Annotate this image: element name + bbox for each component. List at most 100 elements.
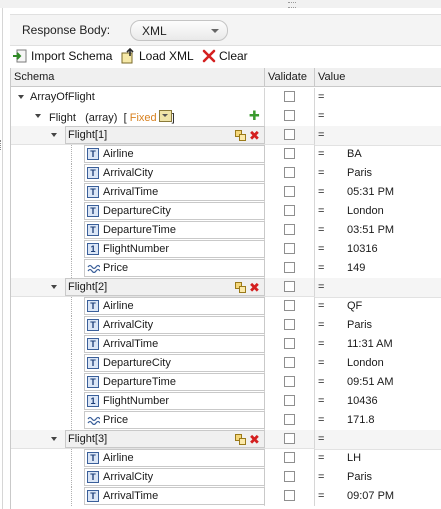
value-cell[interactable]: = BA — [315, 145, 441, 164]
value-cell[interactable]: = — [315, 126, 441, 146]
field-value[interactable]: Paris — [347, 319, 372, 331]
validate-checkbox[interactable] — [284, 110, 295, 121]
validate-checkbox[interactable] — [284, 490, 295, 501]
tree-row-field[interactable]: Price = 171.8 — [11, 411, 441, 430]
validate-checkbox[interactable] — [284, 186, 295, 197]
tree-row-item[interactable]: Flight[2] ✖ = — [11, 278, 441, 298]
value-cell[interactable]: = Paris — [315, 164, 441, 183]
expand-collapse-icon[interactable] — [18, 95, 24, 99]
value-cell[interactable]: = 09:51 AM — [315, 373, 441, 392]
validate-checkbox[interactable] — [284, 281, 295, 292]
tree-row-field[interactable]: T DepartureCity = London — [11, 202, 441, 221]
validate-checkbox[interactable] — [284, 148, 295, 159]
value-cell[interactable]: = London — [315, 354, 441, 373]
validate-checkbox[interactable] — [284, 129, 295, 140]
value-cell[interactable]: = 11:31 AM — [315, 335, 441, 354]
field-value[interactable]: 09:07 PM — [347, 490, 394, 502]
delete-icon[interactable]: ✖ — [249, 281, 260, 294]
field-value[interactable]: 10316 — [347, 243, 378, 255]
validate-checkbox[interactable] — [284, 414, 295, 425]
validate-checkbox[interactable] — [284, 338, 295, 349]
tree-row-field[interactable]: T ArrivalCity = Paris — [11, 316, 441, 335]
tree-row-root[interactable]: ArrayOfFlight = — [11, 88, 441, 107]
top-resize-grip[interactable] — [0, 0, 441, 8]
import-schema-button[interactable]: Import Schema — [12, 47, 112, 65]
load-xml-button[interactable]: Load XML — [120, 47, 194, 65]
validate-checkbox[interactable] — [284, 319, 295, 330]
delete-icon[interactable]: ✖ — [249, 129, 260, 142]
field-value[interactable]: 05:31 PM — [347, 186, 394, 198]
tree-row-flight-array[interactable]: Flight (array) [ Fixed] ✚ = — [11, 107, 441, 126]
expand-collapse-icon[interactable] — [51, 285, 57, 289]
field-value[interactable]: Paris — [347, 167, 372, 179]
field-value[interactable]: London — [347, 205, 384, 217]
tree-row-field[interactable]: 1 FlightNumber = 10436 — [11, 392, 441, 411]
expand-collapse-icon[interactable] — [51, 437, 57, 441]
tree-row-field[interactable]: T Airline = BA — [11, 145, 441, 164]
validate-checkbox[interactable] — [284, 205, 295, 216]
value-cell[interactable]: = — [315, 278, 441, 298]
fixed-dropdown-button[interactable] — [158, 110, 172, 122]
field-value[interactable]: 149 — [347, 262, 365, 274]
value-cell[interactable]: = 10436 — [315, 392, 441, 411]
tree-row-field[interactable]: T DepartureTime = 03:51 PM — [11, 221, 441, 240]
tree-row-field[interactable]: T ArrivalCity = Paris — [11, 164, 441, 183]
delete-icon[interactable]: ✖ — [249, 433, 260, 446]
validate-checkbox[interactable] — [284, 91, 295, 102]
validate-checkbox[interactable] — [284, 376, 295, 387]
validate-checkbox[interactable] — [284, 300, 295, 311]
field-value[interactable]: 171.8 — [347, 414, 375, 426]
tree-row-field[interactable]: 1 FlightNumber = 10316 — [11, 240, 441, 259]
validate-checkbox[interactable] — [284, 243, 295, 254]
validate-checkbox[interactable] — [284, 224, 295, 235]
value-cell[interactable]: = — [315, 107, 441, 126]
tree-row-field[interactable]: T DepartureTime = 09:51 AM — [11, 373, 441, 392]
field-value[interactable]: 09:51 AM — [347, 376, 393, 388]
copy-icon[interactable] — [235, 434, 246, 445]
validate-checkbox[interactable] — [284, 395, 295, 406]
column-header-validate[interactable]: Validate — [265, 68, 315, 87]
tree-row-field[interactable]: T Airline = QF — [11, 297, 441, 316]
tree-row-field[interactable]: T DepartureCity = London — [11, 354, 441, 373]
field-value[interactable]: Paris — [347, 471, 372, 483]
validate-checkbox[interactable] — [284, 452, 295, 463]
column-header-schema[interactable]: Schema — [11, 68, 265, 87]
value-cell[interactable]: = London — [315, 202, 441, 221]
value-cell[interactable]: = — [315, 430, 441, 450]
value-cell[interactable]: = — [315, 88, 441, 107]
field-value[interactable]: London — [347, 357, 384, 369]
tree-row-field[interactable]: T ArrivalTime = 11:31 AM — [11, 335, 441, 354]
value-cell[interactable]: = 10316 — [315, 240, 441, 259]
validate-checkbox[interactable] — [284, 357, 295, 368]
field-value[interactable]: 11:31 AM — [347, 338, 393, 350]
copy-icon[interactable] — [235, 130, 246, 141]
field-value[interactable]: LH — [347, 452, 361, 464]
side-resize-grip[interactable] — [0, 140, 4, 150]
field-value[interactable]: QF — [347, 300, 362, 312]
validate-checkbox[interactable] — [284, 262, 295, 273]
tree-row-field[interactable]: T ArrivalCity = Paris — [11, 468, 441, 487]
response-format-select[interactable]: XML — [130, 20, 228, 41]
value-cell[interactable]: = 03:51 PM — [315, 221, 441, 240]
value-cell[interactable]: = Paris — [315, 468, 441, 487]
clear-button[interactable]: Clear — [202, 47, 248, 65]
tree-row-item[interactable]: Flight[3] ✖ = — [11, 430, 441, 450]
validate-checkbox[interactable] — [284, 167, 295, 178]
expand-collapse-icon[interactable] — [51, 133, 57, 137]
tree-row-field[interactable]: T ArrivalTime = 09:07 PM — [11, 487, 441, 506]
expand-collapse-icon[interactable] — [35, 114, 41, 118]
tree-row-field[interactable]: T ArrivalTime = 05:31 PM — [11, 183, 441, 202]
tree-row-field[interactable]: Price = 149 — [11, 259, 441, 278]
tree-row-field[interactable]: T Airline = LH — [11, 449, 441, 468]
value-cell[interactable]: = Paris — [315, 316, 441, 335]
value-cell[interactable]: = 09:07 PM — [315, 487, 441, 506]
validate-checkbox[interactable] — [284, 433, 295, 444]
field-value[interactable]: BA — [347, 148, 362, 160]
column-header-value[interactable]: Value — [315, 68, 441, 87]
value-cell[interactable]: = 149 — [315, 259, 441, 278]
value-cell[interactable]: = 05:31 PM — [315, 183, 441, 202]
tree-row-item[interactable]: Flight[1] ✖ = — [11, 126, 441, 146]
value-cell[interactable]: = QF — [315, 297, 441, 316]
field-value[interactable]: 10436 — [347, 395, 378, 407]
copy-icon[interactable] — [235, 282, 246, 293]
